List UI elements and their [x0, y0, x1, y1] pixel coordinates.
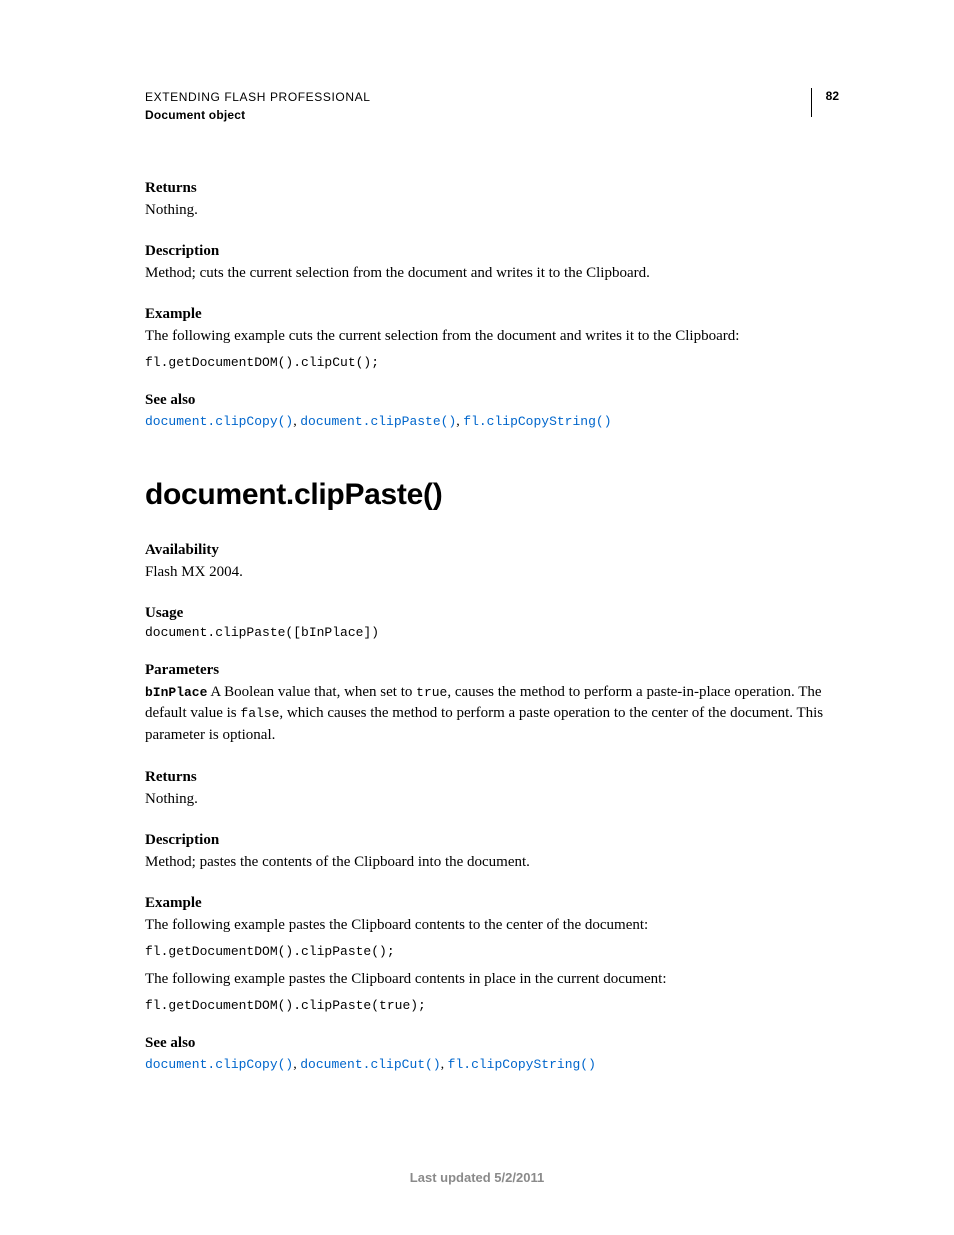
returns-heading-2: Returns: [145, 769, 839, 786]
parameter-description: bInPlace A Boolean value that, when set …: [145, 682, 839, 747]
example-code-1: fl.getDocumentDOM().clipPaste();: [145, 944, 839, 959]
page-number-wrap: 82: [811, 88, 839, 117]
param-code-true: true: [416, 685, 447, 700]
returns-body-2: Nothing.: [145, 789, 839, 810]
example-intro-1: The following example pastes the Clipboa…: [145, 915, 839, 936]
seealso-heading: See also: [145, 392, 839, 409]
returns-heading: Returns: [145, 180, 839, 197]
returns-body: Nothing.: [145, 200, 839, 221]
page-number: 82: [826, 89, 839, 103]
footer-updated: Last updated 5/2/2011: [0, 1170, 954, 1185]
param-name: bInPlace: [145, 685, 207, 700]
link-clippaste[interactable]: document.clipPaste(): [300, 414, 456, 429]
usage-code: document.clipPaste([bInPlace]): [145, 625, 839, 640]
description-heading: Description: [145, 243, 839, 260]
header-left: EXTENDING FLASH PROFESSIONAL Document ob…: [145, 88, 371, 124]
description-heading-2: Description: [145, 832, 839, 849]
availability-body: Flash MX 2004.: [145, 562, 839, 583]
example-heading: Example: [145, 306, 839, 323]
page-header: EXTENDING FLASH PROFESSIONAL Document ob…: [145, 88, 839, 124]
link-clipcopy[interactable]: document.clipCopy(): [145, 414, 293, 429]
example-intro: The following example cuts the current s…: [145, 326, 839, 347]
seealso-links-2: document.clipCopy(), document.clipCut(),…: [145, 1055, 839, 1075]
description-body-2: Method; pastes the contents of the Clipb…: [145, 852, 839, 873]
link-clipcut[interactable]: document.clipCut(): [300, 1057, 440, 1072]
example-heading-2: Example: [145, 895, 839, 912]
main-heading: document.clipPaste(): [145, 478, 839, 512]
availability-heading: Availability: [145, 542, 839, 559]
link-clipcopystring[interactable]: fl.clipCopyString(): [463, 414, 611, 429]
page-content: EXTENDING FLASH PROFESSIONAL Document ob…: [0, 0, 954, 1156]
example-code-2: fl.getDocumentDOM().clipPaste(true);: [145, 998, 839, 1013]
param-code-false: false: [240, 706, 279, 721]
usage-heading: Usage: [145, 605, 839, 622]
link-clipcopy-2[interactable]: document.clipCopy(): [145, 1057, 293, 1072]
seealso-links: document.clipCopy(), document.clipPaste(…: [145, 412, 839, 432]
example-code: fl.getDocumentDOM().clipCut();: [145, 355, 839, 370]
doc-title: EXTENDING FLASH PROFESSIONAL: [145, 88, 371, 106]
doc-section: Document object: [145, 106, 371, 124]
parameters-heading: Parameters: [145, 662, 839, 679]
link-clipcopystring-2[interactable]: fl.clipCopyString(): [448, 1057, 596, 1072]
param-text-1: A Boolean value that, when set to: [207, 684, 416, 700]
seealso-heading-2: See also: [145, 1035, 839, 1052]
example-intro-2: The following example pastes the Clipboa…: [145, 969, 839, 990]
description-body: Method; cuts the current selection from …: [145, 263, 839, 284]
